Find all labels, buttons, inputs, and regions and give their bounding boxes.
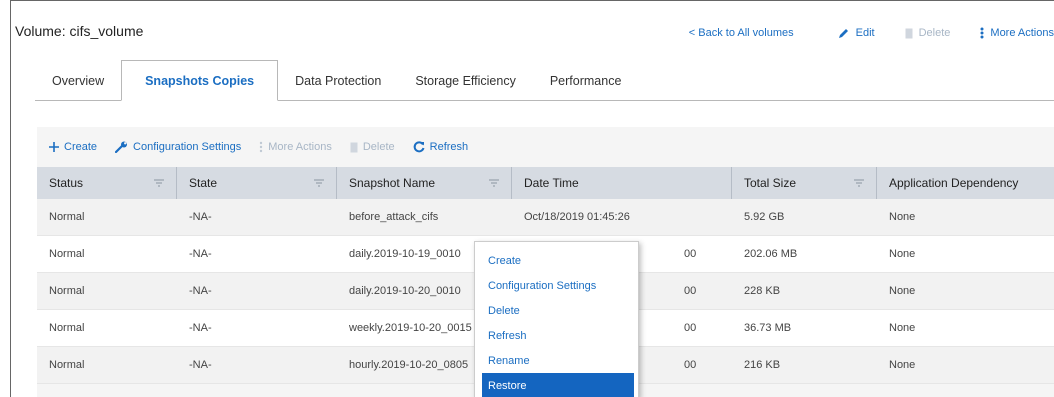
column-header-label: State bbox=[189, 176, 218, 190]
cell-snapshot-name: before_attack_cifs bbox=[349, 211, 439, 223]
cell-application-dependency: None bbox=[889, 322, 916, 334]
cell-state: -NA- bbox=[189, 359, 212, 371]
vertical-dots-icon bbox=[980, 27, 984, 39]
column-header-label: Date Time bbox=[524, 176, 579, 190]
context-menu: Create Configuration Settings Delete Ref… bbox=[474, 241, 639, 397]
filter-icon[interactable] bbox=[154, 179, 164, 187]
tab-data-protection[interactable]: Data Protection bbox=[278, 61, 398, 101]
column-header-label: Status bbox=[49, 176, 84, 190]
table-header-row: Status State Snapshot Name Date Time Tot… bbox=[37, 167, 1054, 199]
column-header-label: Total Size bbox=[744, 176, 797, 190]
cell-total-size: 5.92 GB bbox=[744, 211, 785, 223]
context-menu-configuration-settings[interactable]: Configuration Settings bbox=[475, 273, 638, 298]
cell-application-dependency: None bbox=[889, 248, 916, 260]
cell-state: -NA- bbox=[189, 211, 212, 223]
cell-status: Normal bbox=[49, 359, 85, 371]
cell-state: -NA- bbox=[189, 285, 212, 297]
cell-application-dependency: None bbox=[889, 285, 916, 297]
filter-icon[interactable] bbox=[314, 179, 324, 187]
table-row[interactable]: Normal -NA- before_attack_cifs Oct/18/20… bbox=[37, 199, 1054, 236]
configuration-settings-label: Configuration Settings bbox=[133, 141, 242, 153]
filter-icon[interactable] bbox=[489, 179, 499, 187]
cell-application-dependency: None bbox=[889, 359, 916, 371]
back-to-volumes-link[interactable]: < Back to All volumes bbox=[689, 27, 794, 39]
page-title: Volume: cifs_volume bbox=[15, 23, 144, 39]
edit-button[interactable]: Edit bbox=[838, 27, 875, 39]
column-header-application-dependency[interactable]: Application Dependency bbox=[877, 167, 1054, 199]
volume-window: Volume: cifs_volume < Back to All volume… bbox=[10, 0, 1054, 397]
context-menu-restore[interactable]: Restore bbox=[482, 373, 634, 397]
column-header-label: Application Dependency bbox=[889, 176, 1019, 190]
delete-label: Delete bbox=[918, 27, 951, 39]
filter-icon[interactable] bbox=[854, 179, 864, 187]
toolbar-more-actions-button[interactable]: More Actions bbox=[259, 141, 332, 153]
cell-total-size: 36.73 MB bbox=[744, 322, 792, 334]
toolbar-more-actions-label: More Actions bbox=[268, 141, 332, 153]
toolbar-delete-label: Delete bbox=[362, 141, 395, 153]
column-header-snapshot-name[interactable]: Snapshot Name bbox=[337, 167, 512, 199]
tab-overview[interactable]: Overview bbox=[35, 61, 121, 101]
cell-status: Normal bbox=[49, 322, 85, 334]
tab-snapshot-copies[interactable]: Snapshots Copies bbox=[121, 60, 279, 101]
delete-button[interactable]: Delete bbox=[905, 27, 951, 39]
column-header-date-time[interactable]: Date Time bbox=[512, 167, 732, 199]
wrench-icon bbox=[115, 141, 128, 153]
cell-state: -NA- bbox=[189, 248, 212, 260]
cell-state: -NA- bbox=[189, 322, 212, 334]
toolbar-delete-button[interactable]: Delete bbox=[350, 141, 395, 153]
tab-storage-efficiency[interactable]: Storage Efficiency bbox=[398, 61, 533, 101]
more-actions-label: More Actions bbox=[990, 27, 1054, 39]
cell-status: Normal bbox=[49, 211, 85, 223]
refresh-label: Refresh bbox=[429, 141, 469, 153]
column-header-state[interactable]: State bbox=[177, 167, 337, 199]
cell-application-dependency: None bbox=[889, 211, 916, 223]
pencil-icon bbox=[838, 27, 850, 39]
column-header-label: Snapshot Name bbox=[349, 176, 436, 190]
column-header-status[interactable]: Status bbox=[37, 167, 177, 199]
more-actions-button[interactable]: More Actions bbox=[980, 27, 1054, 39]
refresh-button[interactable]: Refresh bbox=[413, 141, 469, 153]
create-label: Create bbox=[64, 141, 98, 153]
cell-status: Normal bbox=[49, 285, 85, 297]
snapshot-toolbar: Create Configuration Settings More Actio… bbox=[37, 127, 1054, 167]
refresh-icon bbox=[413, 141, 425, 153]
title-bar: Volume: cifs_volume < Back to All volume… bbox=[11, 1, 1054, 51]
cell-date-time: Oct/18/2019 01:45:26 bbox=[524, 211, 630, 223]
create-button[interactable]: Create bbox=[49, 141, 97, 153]
edit-label: Edit bbox=[855, 27, 875, 39]
cell-status: Normal bbox=[49, 248, 85, 260]
vertical-dots-icon bbox=[259, 141, 263, 153]
trash-icon bbox=[350, 142, 358, 153]
cell-total-size: 228 KB bbox=[744, 285, 781, 297]
trash-icon bbox=[905, 28, 913, 39]
tab-performance[interactable]: Performance bbox=[533, 61, 639, 101]
header-actions: < Back to All volumes Edit Delete More A… bbox=[689, 25, 1054, 41]
context-menu-delete[interactable]: Delete bbox=[475, 298, 638, 323]
context-menu-refresh[interactable]: Refresh bbox=[475, 323, 638, 348]
column-header-total-size[interactable]: Total Size bbox=[732, 167, 877, 199]
cell-total-size: 216 KB bbox=[744, 359, 781, 371]
context-menu-rename[interactable]: Rename bbox=[475, 348, 638, 373]
tab-bar: Overview Snapshots Copies Data Protectio… bbox=[35, 60, 639, 101]
cell-total-size: 202.06 MB bbox=[744, 248, 798, 260]
configuration-settings-button[interactable]: Configuration Settings bbox=[115, 141, 241, 153]
plus-icon bbox=[49, 142, 59, 152]
context-menu-create[interactable]: Create bbox=[475, 248, 638, 273]
